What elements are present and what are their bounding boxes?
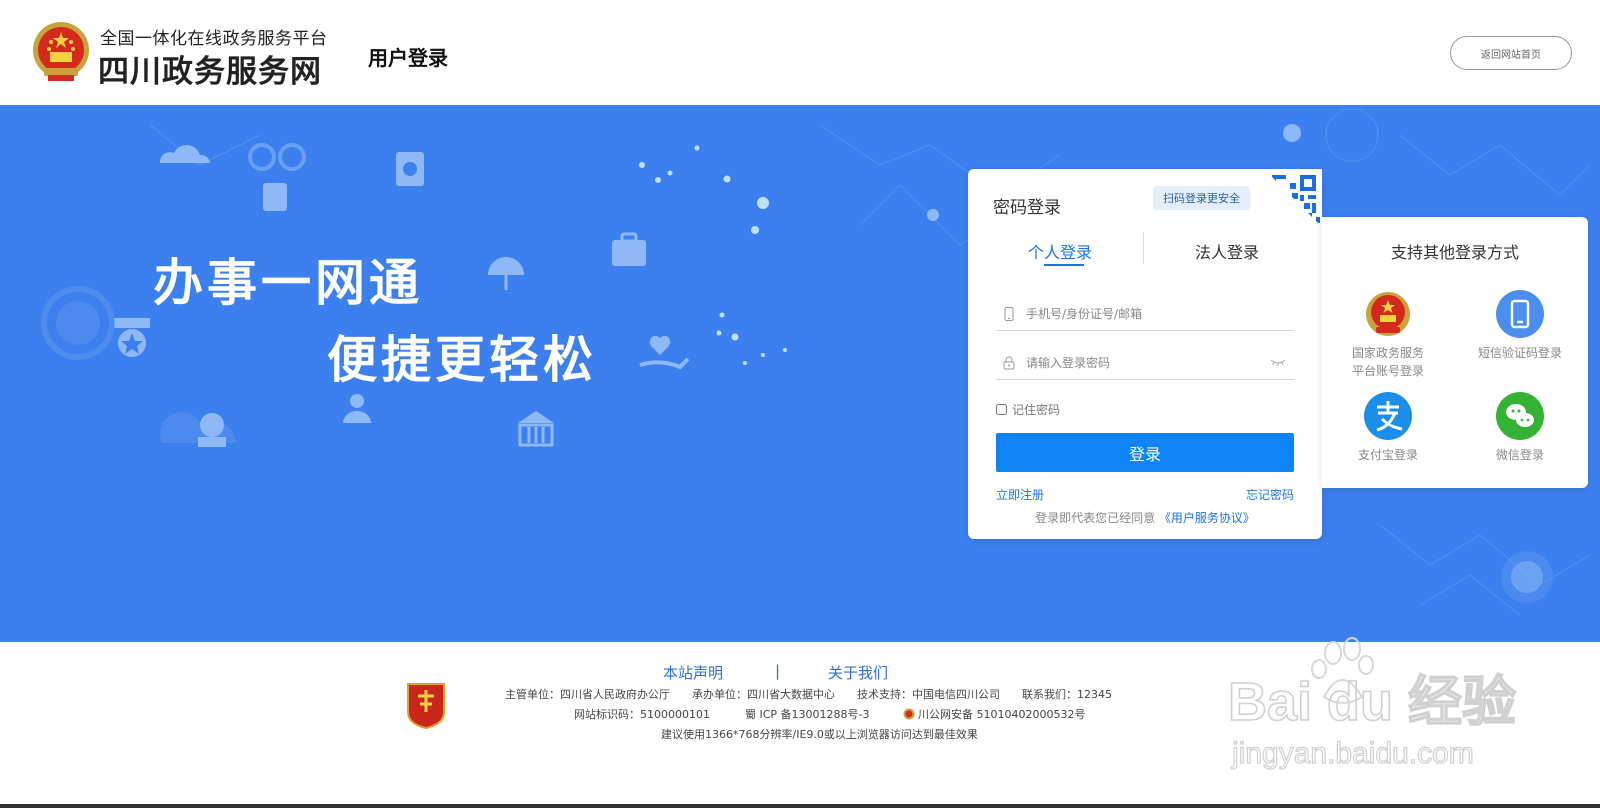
alipay-icon bbox=[1364, 392, 1412, 440]
other-login-methods-panel: 支持其他登录方式 国家政务服务 平台账号登录 短信验证码登录 支付宝登录 微信登… bbox=[1322, 217, 1588, 488]
browser-recommendation: 建议使用1366*768分辨率/IE9.0或以上浏览器访问达到最佳效果 bbox=[661, 728, 978, 741]
remember-password-checkbox[interactable] bbox=[996, 404, 1007, 415]
tab-divider bbox=[1143, 232, 1144, 264]
wechat-icon bbox=[1496, 392, 1544, 440]
footer-registration-info: 网站标识码：5100000101 蜀 ICP 备13001288号-3 川公网安… bbox=[574, 706, 1086, 722]
about-us-link[interactable]: 关于我们 bbox=[828, 662, 888, 683]
mobile-phone-icon bbox=[1496, 290, 1544, 338]
national-platform-login-label-2: 平台账号登录 bbox=[1351, 364, 1424, 378]
wechat-login[interactable]: 微信登录 bbox=[1460, 392, 1580, 464]
site-header: 全国一体化在线政务服务平台 四川政务服务网 用户登录 返回网站首页 bbox=[0, 0, 1600, 105]
mobile-phone-icon bbox=[1004, 306, 1014, 321]
qr-login-tip: 扫码登录更安全 bbox=[1153, 186, 1250, 210]
password-field bbox=[996, 346, 1294, 380]
site-statement-link[interactable]: 本站声明 bbox=[663, 662, 723, 683]
account-field bbox=[996, 297, 1294, 331]
login-button[interactable]: 登录 bbox=[996, 433, 1294, 472]
page-title: 用户登录 bbox=[368, 46, 448, 70]
login-panel: 密码登录 扫码登录更安全 个人登录 法人登录 手机号/身份证号/邮箱 记住密码 … bbox=[968, 169, 1322, 539]
account-input[interactable] bbox=[1026, 306, 1256, 321]
user-agreement-link[interactable]: 《用户服务协议》 bbox=[1159, 511, 1255, 525]
sms-code-login-label: 短信验证码登录 bbox=[1477, 346, 1562, 360]
password-input[interactable] bbox=[1026, 355, 1256, 370]
lock-icon bbox=[1003, 356, 1015, 369]
national-platform-login-label-1: 国家政务服务 bbox=[1351, 346, 1424, 360]
alipay-login-label: 支付宝登录 bbox=[1357, 448, 1418, 462]
remember-password-label: 记住密码 bbox=[1012, 403, 1061, 417]
site-id: 网站标识码：5100000101 bbox=[574, 708, 710, 721]
icp-record-link[interactable]: 蜀 ICP 备13001288号-3 bbox=[745, 708, 870, 721]
sms-code-login[interactable]: 短信验证码登录 bbox=[1460, 290, 1580, 362]
watermark-text: Bai du 经验 bbox=[1228, 672, 1516, 732]
register-link[interactable]: 立即注册 bbox=[996, 486, 1044, 503]
slogan-line-2: 便捷更轻松 bbox=[327, 331, 597, 389]
watermark-url: jingyan.baidu.com bbox=[1231, 737, 1474, 770]
back-home-button[interactable]: 返回网站首页 bbox=[1450, 36, 1572, 70]
login-title: 密码登录 bbox=[993, 198, 1061, 218]
agreement-prefix: 登录即代表您已经同意 bbox=[1035, 511, 1156, 525]
tab-legal-login[interactable]: 法人登录 bbox=[1195, 239, 1259, 263]
agreement-notice: 登录即代表您已经同意 《用户服务协议》 bbox=[968, 509, 1322, 526]
other-methods-title: 支持其他登录方式 bbox=[1390, 243, 1519, 262]
footer-organizer-info: 主管单位：四川省人民政府办公厅 承办单位：四川省大数据中心 技术支持：中国电信四… bbox=[505, 688, 1112, 701]
tab-personal-login[interactable]: 个人登录 bbox=[1028, 239, 1092, 263]
active-tab-indicator bbox=[1044, 264, 1084, 266]
bottom-edge-bar bbox=[0, 804, 1600, 808]
footer-link-separator: | bbox=[775, 662, 781, 680]
slogan-line-1: 办事一网通 bbox=[153, 254, 423, 312]
hide-password-icon[interactable] bbox=[1270, 357, 1286, 367]
remember-password[interactable]: 记住密码 bbox=[996, 401, 1060, 418]
qr-code-icon[interactable] bbox=[1264, 169, 1322, 227]
national-emblem-icon bbox=[33, 22, 89, 81]
site-name: 四川政务服务网 bbox=[98, 54, 322, 90]
party-organization-badge-icon[interactable] bbox=[406, 682, 446, 730]
baidu-jingyan-watermark: Bai du 经验 jingyan.baidu.com bbox=[1228, 637, 1517, 771]
national-emblem-icon bbox=[1366, 292, 1410, 336]
police-badge-icon bbox=[903, 708, 915, 720]
national-platform-login[interactable]: 国家政务服务 平台账号登录 bbox=[1328, 290, 1448, 380]
wechat-login-label: 微信登录 bbox=[1495, 448, 1544, 462]
alipay-login[interactable]: 支付宝登录 bbox=[1328, 392, 1448, 464]
police-record-link[interactable]: 川公网安备 51010402000532号 bbox=[918, 708, 1085, 721]
forgot-password-link[interactable]: 忘记密码 bbox=[1246, 486, 1294, 503]
